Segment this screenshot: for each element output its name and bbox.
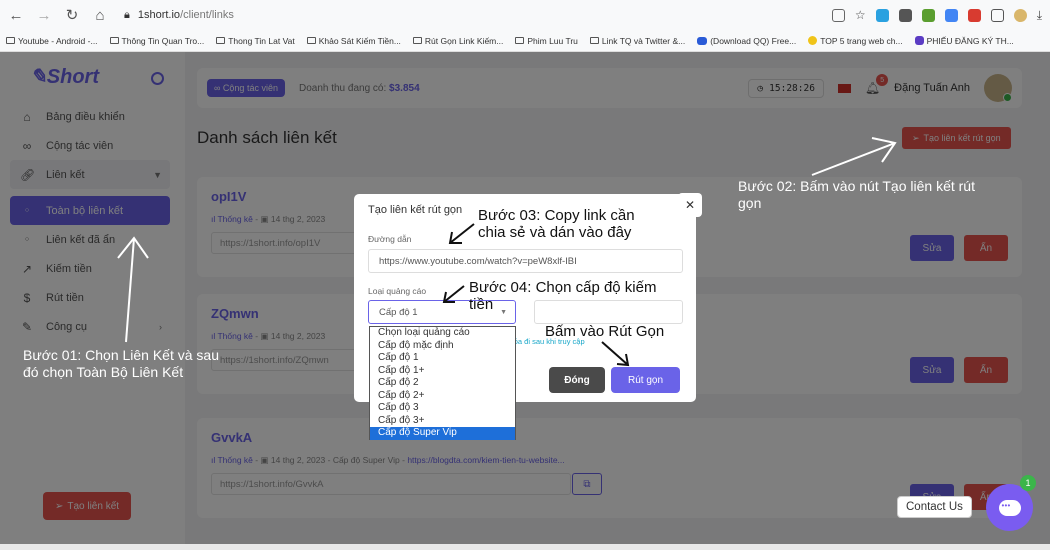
bookmark[interactable]: Phim Luu Tru [515,36,578,46]
extension-icon[interactable] [944,8,958,22]
share-icon[interactable] [831,8,845,22]
dropdown-option[interactable]: Cấp độ 3+ [370,415,515,428]
url-input[interactable]: https://www.youtube.com/watch?v=peW8xlf-… [368,249,683,273]
modal-title: Tạo liên kết rút gọn [368,204,463,216]
bookmark-favicon-icon [808,36,818,45]
chat-icon [998,499,1021,516]
folder-icon [109,37,119,44]
shorten-button[interactable]: Rút gọn [611,367,680,393]
taskbar [0,544,1050,550]
profile-icon[interactable] [1013,8,1027,22]
bookmark[interactable]: Youtube - Android -... [6,36,98,46]
dropdown-option[interactable]: Cấp độ 2 [370,377,515,390]
star-icon[interactable]: ☆ [855,8,866,22]
extension-icon[interactable] [898,8,912,22]
bookmark[interactable]: PHIẾU ĐĂNG KÝ TH... [914,36,1014,46]
bookmark[interactable]: (Download QQ) Free... [697,36,796,46]
url-domain: 1short.io [137,9,181,21]
step5-annotation: Bấm vào Rút Gọn [545,323,665,340]
bookmarks-bar: Youtube - Android -... Thông Tin Quan Tr… [0,30,1050,52]
bookmark-favicon-icon [914,36,924,45]
dropdown-option[interactable]: Cấp độ 1+ [370,365,515,378]
forward-icon[interactable]: → [36,7,52,24]
step2-annotation: Bước 02: Bấm vào nút Tạo liên kết rút gọn [738,178,975,211]
step3-annotation: Bước 03: Copy link cần chia sẻ và dán vào… [478,207,635,241]
dropdown-option[interactable]: Cấp độ 3 [370,402,515,415]
download-icon[interactable]: ⤓ [1037,8,1042,23]
ad-type-label: Loại quảng cáo [368,286,427,296]
chat-button[interactable] [986,484,1033,531]
home-icon[interactable]: ⌂ [92,7,108,24]
puzzle-icon[interactable] [990,8,1004,22]
bookmark[interactable]: Rút Gọn Link Kiếm... [412,36,503,46]
address-bar[interactable]: 🔒︎ 1short.io/client/links [124,9,234,22]
bookmark[interactable]: Thong Tin Lat Vat [216,36,295,46]
folder-icon [515,37,525,44]
close-icon[interactable]: ✕ [678,193,702,217]
cancel-button[interactable]: Đóng [549,367,605,393]
folder-icon [412,37,422,44]
chat-badge: 1 [1020,475,1036,491]
extension-icon[interactable] [921,8,935,22]
folder-icon [216,37,226,44]
bookmark[interactable]: Khảo Sát Kiếm Tiền... [306,36,401,46]
dropdown-option[interactable]: Cấp độ 2+ [370,390,515,403]
dropdown-option[interactable]: Chọn loại quảng cáo [370,327,515,340]
url-path: /client/links [180,9,234,21]
extension-icons: ☆ ⤓ [831,8,1042,23]
browser-toolbar: ← → ↻ ⌂ 🔒︎ 1short.io/client/links ☆ ⤓ [0,0,1050,30]
bookmark[interactable]: Link TQ và Twitter &... [589,36,685,46]
ad-type-dropdown: Chọn loại quảng cáo Cấp độ mặc định Cấp … [369,326,516,440]
extension-icon[interactable] [967,8,981,22]
extension-icon[interactable] [875,8,889,22]
reload-icon[interactable]: ↻ [64,6,80,24]
dropdown-option-selected[interactable]: Cấp độ Super Vip [370,427,515,440]
dropdown-option[interactable]: Cấp độ 1 [370,352,515,365]
step4-annotation: Bước 04: Chọn cấp độ kiếm tiền [469,279,657,313]
folder-icon [306,37,316,44]
step1-annotation: Bước 01: Chọn Liên Kết và sau đó chọn Toà… [23,347,219,380]
bookmark[interactable]: Thông Tin Quan Tro... [109,36,204,46]
back-icon[interactable]: ← [8,7,24,24]
folder-icon [6,37,15,44]
dropdown-option[interactable]: Cấp độ mặc định [370,340,515,353]
url-label: Đường dẫn [368,234,412,244]
bookmark-favicon-icon [697,36,708,45]
folder-icon [589,37,599,44]
contact-us-label[interactable]: Contact Us [897,496,972,518]
lock-icon: 🔒︎ [124,8,130,21]
bookmark[interactable]: TOP 5 trang web ch... [808,36,903,46]
